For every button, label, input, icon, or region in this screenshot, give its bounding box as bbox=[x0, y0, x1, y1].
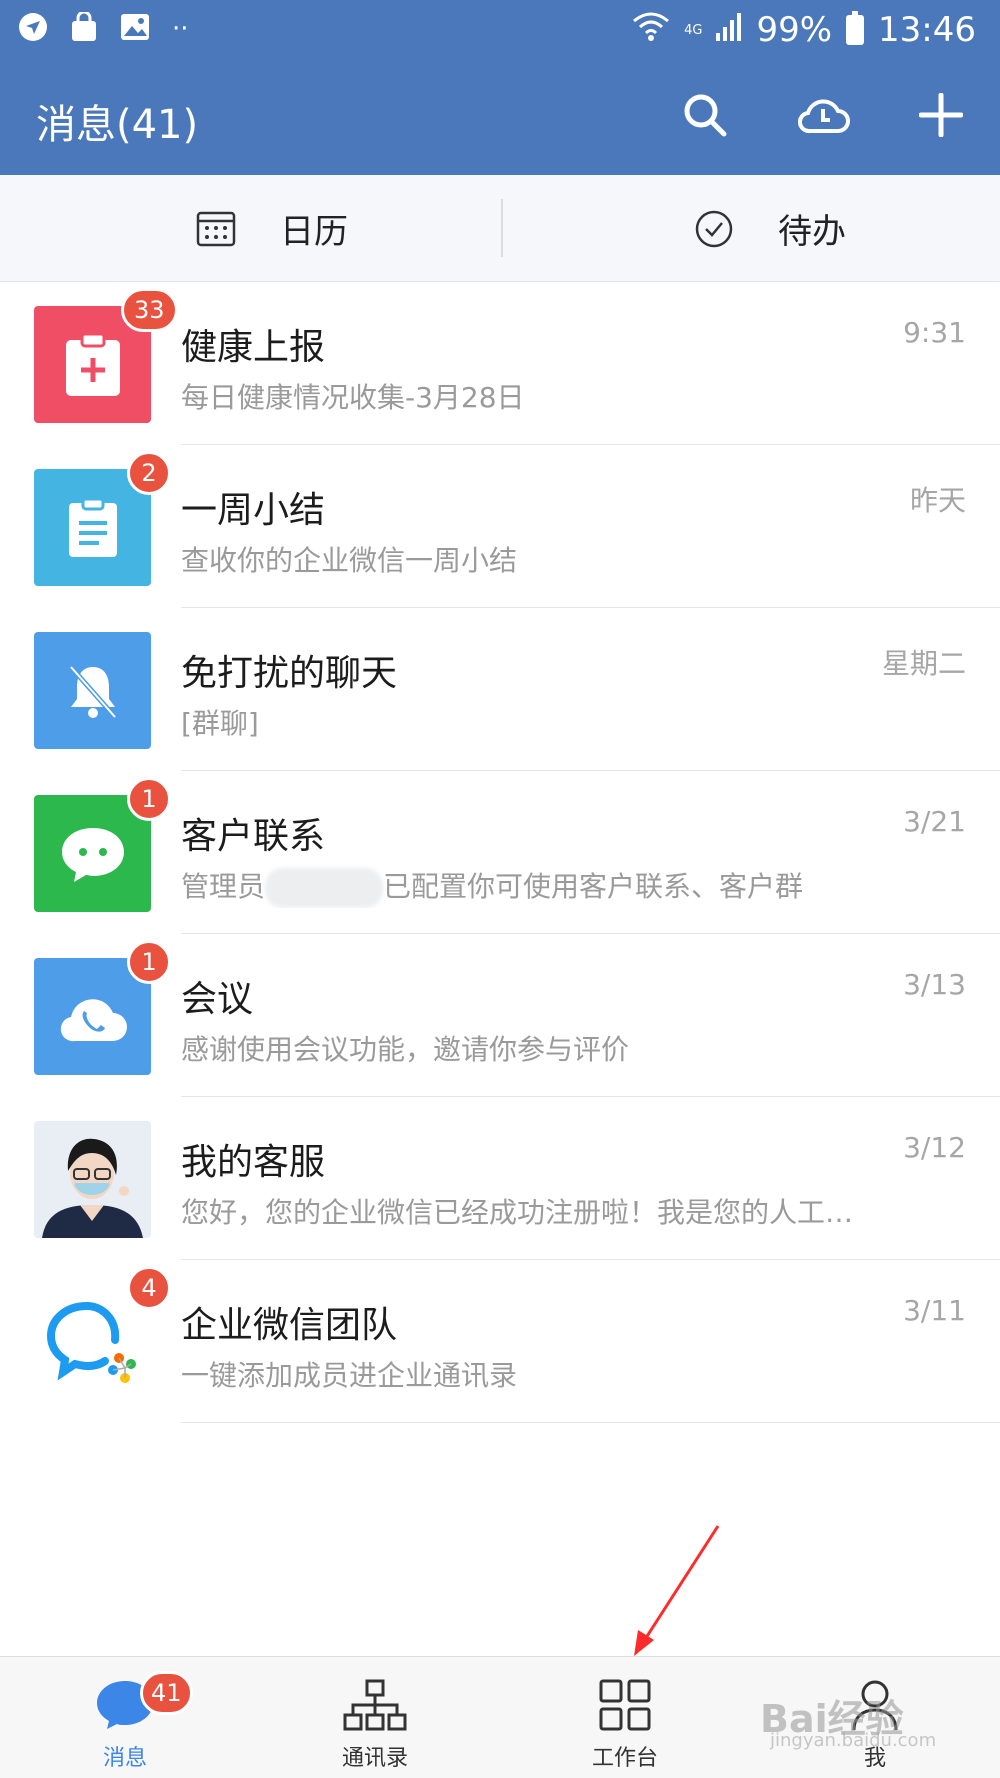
unread-badge: 1 bbox=[127, 777, 171, 821]
unread-badge: 4 bbox=[127, 1266, 171, 1310]
conversation-title: 会议 bbox=[181, 979, 254, 1020]
battery-icon bbox=[846, 11, 865, 45]
conversation-time: 3/21 bbox=[903, 805, 966, 838]
conversation-preview: [群聊] bbox=[181, 707, 259, 740]
status-left-icons: ·· bbox=[18, 10, 189, 46]
conversation-preview: 查收你的企业微信一周小结 bbox=[181, 544, 518, 577]
list-item[interactable]: 1 会议 感谢使用会议功能，邀请你参与评价 3/13 bbox=[0, 934, 1000, 1097]
tab-todo-label: 待办 bbox=[778, 212, 846, 252]
quick-tabs: 日历 待办 bbox=[0, 175, 1000, 282]
conversation-title: 免打扰的聊天 bbox=[181, 653, 398, 694]
support-avatar bbox=[34, 1121, 151, 1238]
conversation-time: 3/13 bbox=[903, 968, 966, 1001]
shopping-bag-icon bbox=[70, 10, 98, 46]
list-item[interactable]: 免打扰的聊天 [群聊] 星期二 bbox=[0, 608, 1000, 771]
bell-off-icon bbox=[34, 632, 151, 749]
status-bar: ·· 4G 99% 13:46 bbox=[0, 0, 1000, 62]
unread-badge: 2 bbox=[127, 451, 171, 495]
grid-icon bbox=[590, 1675, 660, 1735]
conversation-time: 昨天 bbox=[909, 484, 966, 517]
conversation-title: 一周小结 bbox=[181, 490, 326, 531]
nav-workbench[interactable]: 工作台 bbox=[500, 1657, 750, 1778]
nav-messages-label: 消息 bbox=[102, 1746, 147, 1771]
nav-contacts-label: 通讯录 bbox=[341, 1746, 408, 1771]
list-item[interactable]: 1 客户联系 管理员 已配置你可使用客户联系、客户群 3/21 bbox=[0, 771, 1000, 934]
list-item[interactable]: 我的客服 您好，您的企业微信已经成功注册啦！我是您的人工… 3/12 bbox=[0, 1097, 1000, 1260]
battery-percent: 99% bbox=[756, 10, 833, 50]
app-notification-icon bbox=[18, 12, 48, 46]
conversation-preview: 您好，您的企业微信已经成功注册啦！我是您的人工… bbox=[181, 1196, 854, 1229]
list-item[interactable]: 4 企业微信团队 一键添加成员进企业通讯录 3/11 bbox=[0, 1260, 1000, 1423]
conversation-title: 我的客服 bbox=[181, 1142, 326, 1183]
conversation-preview: 每日健康情况收集-3月28日 bbox=[181, 381, 525, 414]
conversation-time: 9:31 bbox=[903, 316, 966, 349]
nav-unread-badge: 41 bbox=[140, 1671, 193, 1715]
page-title: 消息(41) bbox=[36, 102, 199, 148]
status-right: 4G 99% 13:46 bbox=[632, 10, 976, 50]
conversation-title: 健康上报 bbox=[181, 327, 326, 368]
row-divider bbox=[181, 1422, 1000, 1423]
conversation-time: 3/11 bbox=[903, 1294, 966, 1327]
nav-messages[interactable]: 41 消息 bbox=[0, 1657, 250, 1778]
tab-divider bbox=[501, 199, 503, 257]
watermark-url: jingyan.baidu.com bbox=[770, 1730, 937, 1751]
annotation-arrow bbox=[634, 1525, 720, 1656]
more-dots-icon: ·· bbox=[172, 14, 189, 44]
image-icon bbox=[120, 13, 150, 45]
list-item[interactable]: 33 健康上报 每日健康情况收集-3月28日 9:31 bbox=[0, 282, 1000, 445]
signal-icon bbox=[716, 10, 742, 50]
network-type: 4G bbox=[684, 22, 703, 38]
wifi-icon bbox=[632, 10, 670, 50]
tab-calendar[interactable]: 日历 bbox=[196, 175, 348, 282]
top-bar: ·· 4G 99% 13:46 消息(41) bbox=[0, 0, 1000, 175]
search-icon[interactable] bbox=[678, 88, 732, 142]
conversation-time: 3/12 bbox=[903, 1131, 966, 1164]
conversation-list: 33 健康上报 每日健康情况收集-3月28日 9:31 2 一周小结 查收你的企… bbox=[0, 282, 1000, 1423]
nav-workbench-label: 工作台 bbox=[591, 1746, 658, 1771]
conversation-title: 客户联系 bbox=[181, 816, 326, 857]
nav-contacts[interactable]: 通讯录 bbox=[250, 1657, 500, 1778]
tab-todo[interactable]: 待办 bbox=[694, 175, 846, 282]
check-circle-icon bbox=[694, 209, 734, 249]
conversation-preview: 感谢使用会议功能，邀请你参与评价 bbox=[181, 1033, 630, 1066]
conversation-time: 星期二 bbox=[881, 647, 966, 680]
unread-badge: 1 bbox=[127, 940, 171, 984]
tab-calendar-label: 日历 bbox=[280, 212, 348, 252]
conversation-title: 企业微信团队 bbox=[181, 1305, 398, 1346]
calendar-icon bbox=[196, 209, 236, 249]
clock: 13:46 bbox=[878, 10, 976, 50]
cloud-disk-icon[interactable] bbox=[796, 88, 850, 142]
conversation-preview: 管理员 已配置你可使用客户联系、客户群 bbox=[181, 865, 803, 908]
list-item[interactable]: 2 一周小结 查收你的企业微信一周小结 昨天 bbox=[0, 445, 1000, 608]
redacted-name bbox=[265, 868, 384, 908]
preview-part-a: 管理员 bbox=[181, 870, 266, 903]
unread-badge: 33 bbox=[121, 288, 178, 332]
org-chart-icon bbox=[340, 1675, 410, 1735]
preview-part-b: 已配置你可使用客户联系、客户群 bbox=[383, 870, 804, 903]
conversation-preview: 一键添加成员进企业通讯录 bbox=[181, 1359, 518, 1392]
add-icon[interactable] bbox=[914, 88, 968, 142]
